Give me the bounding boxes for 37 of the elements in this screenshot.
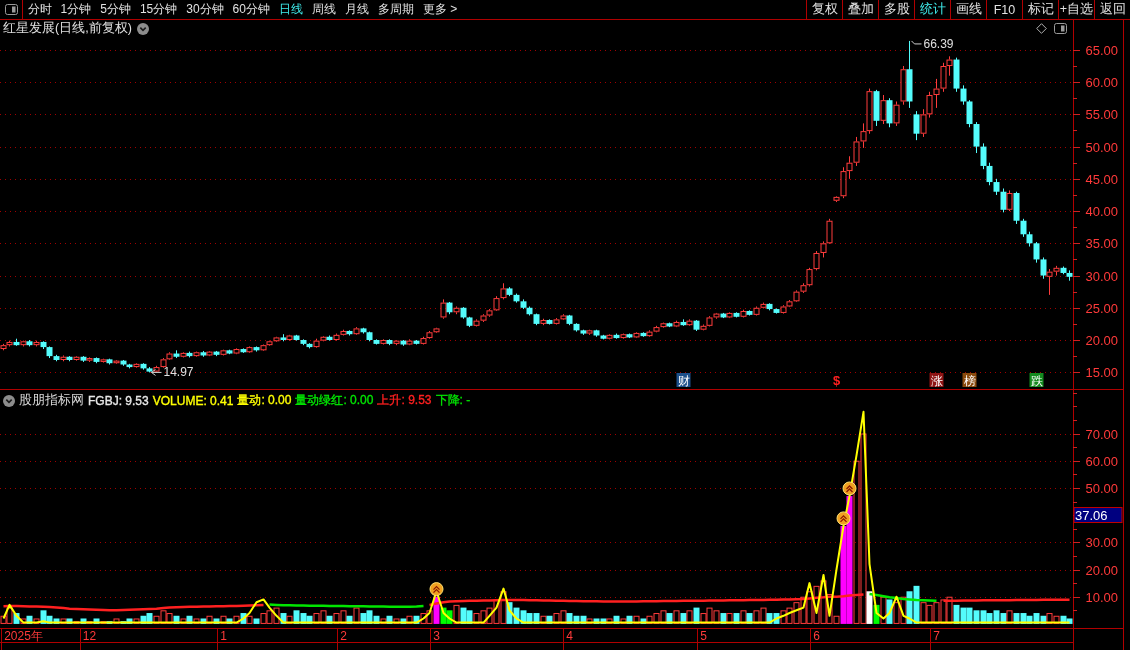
current-value-tag: 37.06: [1073, 507, 1123, 523]
legend-value: 量动: 0.00: [237, 392, 292, 409]
axis-tick-label: 20.00: [1085, 563, 1118, 578]
axis-tick-label: 1: [220, 629, 227, 643]
axis-tick-label: 25.00: [1085, 301, 1118, 316]
legend-value: 下降: -: [435, 392, 471, 409]
legend-value: VOLUME: 0.41: [152, 393, 234, 408]
axis-tick-label: 45.00: [1085, 172, 1118, 187]
axis-tick-label: 30.00: [1085, 269, 1118, 284]
axis-tick-label: 30.00: [1085, 535, 1118, 550]
axis-tick-label: 60.00: [1085, 454, 1118, 469]
axis-tick-label: 70.00: [1085, 427, 1118, 442]
axis-tick-label: 2025年: [4, 629, 43, 643]
legend-value: 上升: 9.53: [377, 392, 432, 409]
axis-tick-label: 10.00: [1085, 590, 1118, 605]
axis-tick-label: 12: [82, 629, 97, 643]
indicator-name: 股朋指标网: [19, 392, 84, 409]
stock-title: 红星发展(日线,前复权): [3, 20, 132, 37]
axis-tick-label: 50.00: [1085, 140, 1118, 155]
axis-tick-label: 3: [433, 629, 440, 643]
axis-tick-label: 4: [566, 629, 573, 643]
axis-tick-label: 50.00: [1085, 481, 1118, 496]
legend-value: FGBJ: 9.53: [88, 393, 149, 408]
axis-tick-label: 20.00: [1085, 333, 1118, 348]
axis-tick-label: 2: [340, 629, 347, 643]
axis-tick-label: 65.00: [1085, 43, 1118, 58]
axis-tick-label: 60.00: [1085, 75, 1118, 90]
legend-value: 量动绿红: 0.00: [295, 392, 374, 409]
axis-tick-label: 6: [813, 629, 820, 643]
axis-tick-label: 40.00: [1085, 204, 1118, 219]
axis-tick-label: 35.00: [1085, 236, 1118, 251]
axis-tick-label: 15.00: [1085, 365, 1118, 380]
axis-tick-label: 7: [933, 629, 940, 643]
high-price-label: 66.39: [911, 37, 954, 51]
low-price-label: 14.97: [151, 365, 194, 380]
axis-tick-label: 55.00: [1085, 107, 1118, 122]
axis-tick-label: 5: [700, 629, 707, 643]
